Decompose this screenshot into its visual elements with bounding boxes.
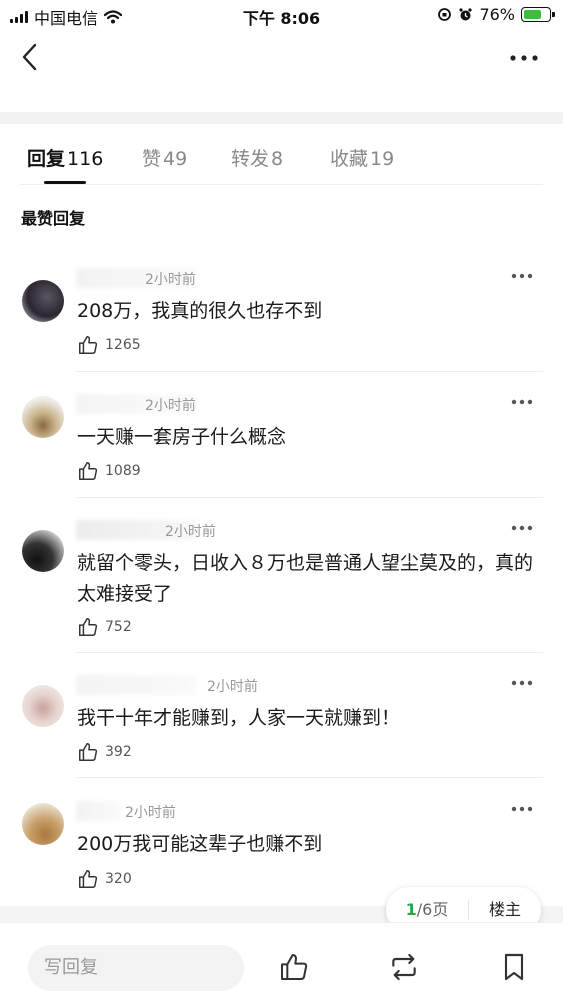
comment-text: 200万我可能这辈子也赚不到: [77, 833, 323, 855]
comment-time: 2小时前: [125, 805, 176, 821]
like-button[interactable]: 392: [77, 741, 132, 763]
total-pages: /6页: [416, 900, 449, 919]
battery-cap: [552, 12, 555, 17]
comment-more-icon[interactable]: [511, 399, 533, 405]
avatar[interactable]: [22, 803, 64, 845]
avatar[interactable]: [22, 280, 64, 322]
tab-count: 49: [163, 148, 188, 170]
comment-text: 就留个零头，日收入８万也是普通人望尘莫及的，真的太难接受了: [77, 552, 534, 605]
comment-text: 我干十年才能赚到，人家一天就赚到！: [77, 707, 401, 729]
alarm-icon: [459, 8, 473, 21]
username-blurred[interactable]: [76, 801, 121, 821]
like-count: 1089: [105, 463, 141, 479]
rotation-lock-icon: [438, 8, 452, 21]
thumbs-up-icon: [79, 618, 98, 636]
comment-time: 2小时前: [145, 272, 196, 288]
section-title: 最赞回复: [21, 209, 86, 228]
row-divider: [77, 652, 543, 653]
comment-time: 2小时前: [207, 679, 258, 695]
like-count: 1265: [105, 337, 141, 353]
comment-more-icon[interactable]: [511, 273, 533, 279]
thumbs-up-icon: [79, 336, 98, 354]
row-divider: [77, 371, 543, 372]
current-page: 1: [405, 900, 417, 919]
more-options-icon[interactable]: [509, 54, 539, 62]
comment-more-icon[interactable]: [511, 806, 533, 812]
thumbs-up-icon: [79, 870, 98, 888]
tab-count: 19: [370, 148, 395, 170]
username-blurred[interactable]: [76, 675, 196, 695]
tab-label: 回复: [27, 148, 66, 170]
tab-label: 收藏: [330, 148, 369, 170]
like-button[interactable]: 320: [77, 868, 132, 890]
section-divider: [0, 112, 563, 124]
tab-replies[interactable]: 回复 116: [27, 144, 103, 171]
tabs-border: [20, 184, 543, 185]
avatar[interactable]: [22, 396, 64, 438]
status-right: 76%: [437, 5, 555, 24]
reply-input[interactable]: 写回复: [28, 945, 244, 991]
like-count: 320: [105, 871, 132, 887]
tab-bar: 回复 116 赞 49 转发 8 收藏 19: [0, 124, 563, 186]
repost-icon[interactable]: [388, 951, 420, 983]
battery-fill: [524, 10, 542, 19]
tab-reposts[interactable]: 转发 8: [231, 144, 283, 171]
comment-time: 2小时前: [145, 398, 196, 414]
thumbs-up-icon: [79, 743, 98, 761]
comment-text: 一天赚一套房子什么概念: [77, 426, 287, 448]
tab-count: 116: [67, 148, 104, 170]
battery-icon: [521, 7, 555, 22]
tab-label: 转发: [231, 148, 270, 170]
tab-favorites[interactable]: 收藏 19: [330, 144, 394, 171]
comment-text: 208万，我真的很久也存不到: [77, 300, 323, 322]
tab-likes[interactable]: 赞 49: [142, 144, 187, 171]
row-divider: [77, 777, 543, 778]
like-button[interactable]: 1265: [77, 334, 141, 356]
like-button[interactable]: 752: [77, 616, 132, 638]
bottom-action-bar: 写回复: [0, 922, 563, 1000]
tab-label: 赞: [142, 148, 162, 170]
status-bar: 中国电信 下午 8:06 76%: [0, 0, 563, 30]
thumbs-up-icon: [79, 462, 98, 480]
avatar[interactable]: [22, 685, 64, 727]
like-count: 752: [105, 619, 132, 635]
tab-count: 8: [271, 148, 284, 170]
back-icon[interactable]: [16, 40, 44, 74]
avatar[interactable]: [22, 530, 64, 572]
like-button[interactable]: 1089: [77, 460, 141, 482]
comment-more-icon[interactable]: [511, 525, 533, 531]
row-divider: [77, 497, 543, 498]
comment-time: 2小时前: [165, 524, 216, 540]
bookmark-icon[interactable]: [498, 951, 530, 983]
like-count: 392: [105, 744, 132, 760]
like-post-icon[interactable]: [278, 951, 310, 983]
battery-percent: 76%: [479, 5, 515, 24]
comment-more-icon[interactable]: [511, 680, 533, 686]
